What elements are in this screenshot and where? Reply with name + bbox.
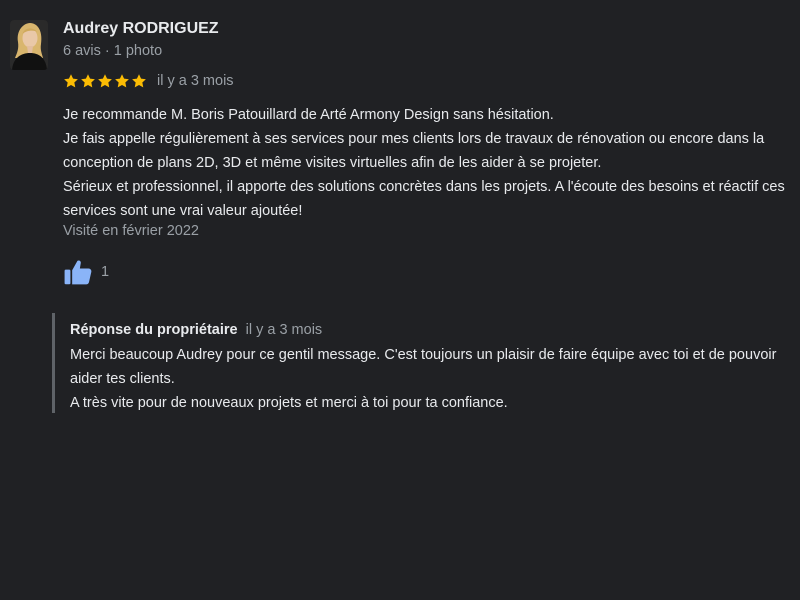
- rating-row: il y a 3 mois: [63, 71, 234, 91]
- review-card: Audrey RODRIGUEZ 6 avis · 1 photo il y a…: [0, 0, 800, 600]
- user-photo: [10, 20, 48, 70]
- review-text-line: Sérieux et professionnel, il apporte des…: [63, 179, 785, 219]
- author-name[interactable]: Audrey RODRIGUEZ: [63, 19, 219, 39]
- like-row: 1: [63, 257, 109, 287]
- star-icon: [81, 74, 95, 88]
- owner-response: Réponse du propriétaire il y a 3 mois Me…: [52, 313, 792, 413]
- owner-response-line: Merci beaucoup Audrey pour ce gentil mes…: [70, 347, 777, 387]
- review-text-line: Je fais appelle régulièrement à ses serv…: [63, 131, 765, 171]
- review-text-line: Je recommande M. Boris Patouillard de Ar…: [63, 107, 554, 123]
- visit-date: Visité en février 2022: [63, 223, 199, 239]
- avatar[interactable]: [10, 20, 48, 70]
- star-rating: [63, 73, 147, 89]
- star-icon: [98, 74, 112, 88]
- owner-response-header: Réponse du propriétaire il y a 3 mois: [70, 319, 322, 341]
- review-time: il y a 3 mois: [157, 73, 234, 89]
- star-icon: [64, 74, 78, 88]
- star-icon: [115, 74, 129, 88]
- star-icon: [132, 74, 146, 88]
- owner-response-line: A très vite pour de nouveaux projets et …: [70, 395, 508, 411]
- owner-response-label: Réponse du propriétaire: [70, 322, 238, 338]
- like-button[interactable]: [63, 257, 93, 287]
- owner-response-text: Merci beaucoup Audrey pour ce gentil mes…: [70, 343, 790, 415]
- thumbs-up-icon: [64, 260, 92, 285]
- like-count: 1: [101, 264, 110, 280]
- review-text: Je recommande M. Boris Patouillard de Ar…: [63, 103, 788, 223]
- owner-response-time: il y a 3 mois: [245, 322, 323, 338]
- author-meta: 6 avis · 1 photo: [63, 43, 163, 59]
